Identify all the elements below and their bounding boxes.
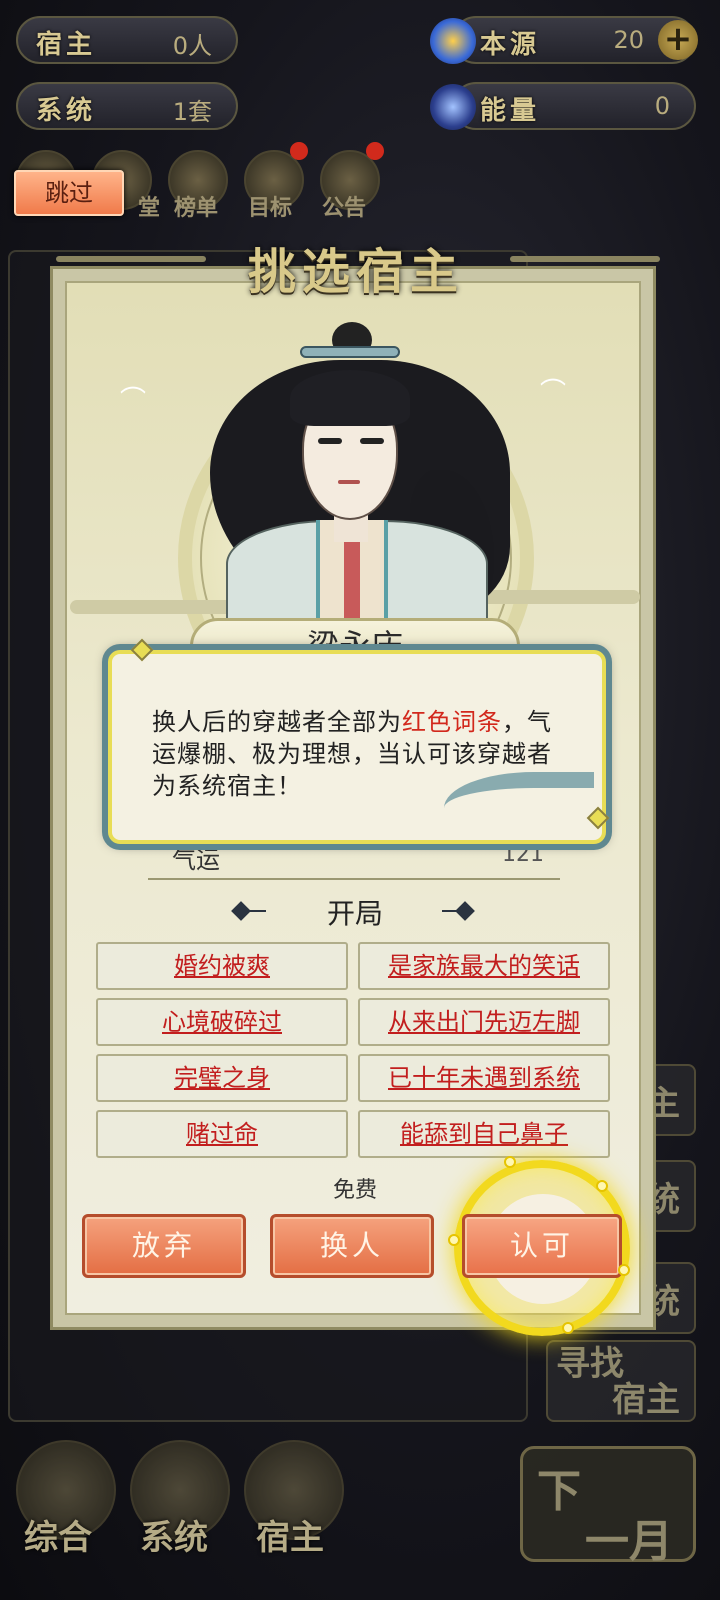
tutorial-tooltip: 换人后的穿越者全部为红色词条，气运爆棚、极为理想，当认可该穿越者为系统宿主！ [108, 650, 606, 844]
glow-sparkle [562, 1322, 574, 1334]
luck-value: 121 [502, 842, 544, 867]
bird-decoration: ⌒ [540, 378, 567, 408]
origin-value: 20 [613, 26, 644, 54]
system-count-value: 1套 [172, 98, 212, 126]
stat-divider [148, 878, 560, 880]
tooltip-text-highlight: 红色词条 [402, 708, 502, 736]
trait-tag[interactable]: 完璧之身 [96, 1054, 348, 1102]
energy-orb-icon [430, 84, 476, 130]
menu-label-hall: 堂 [138, 196, 161, 221]
trait-tag[interactable]: 能舔到自己鼻子 [358, 1110, 610, 1158]
nav-label-general[interactable]: 综合 [24, 1510, 92, 1559]
menu-label-notice: 公告 [322, 196, 367, 221]
origin-bar: 本源 20 + [430, 16, 698, 64]
find-host-line1: 寻找 [556, 1344, 624, 1384]
character-hairpin [300, 346, 400, 358]
nav-label-system[interactable]: 系统 [140, 1510, 208, 1559]
abandon-button[interactable]: 放弃 [82, 1214, 246, 1278]
trait-tag[interactable]: 已十年未遇到系统 [358, 1054, 610, 1102]
target-notification-dot [290, 142, 308, 160]
find-host-line2: 宿主 [612, 1380, 680, 1420]
menu-label-target: 目标 [248, 196, 293, 221]
next-month-line2: 一月 [585, 1516, 673, 1567]
skip-button[interactable]: 跳过 [14, 170, 124, 216]
add-origin-button[interactable]: + [658, 20, 698, 60]
glow-sparkle [448, 1234, 460, 1246]
title-wing-right [510, 256, 660, 262]
flame-orb-icon [430, 18, 476, 64]
glow-sparkle [596, 1180, 608, 1192]
system-count-label: 系统 [36, 96, 97, 126]
swap-host-button[interactable]: 换人 [270, 1214, 434, 1278]
character-eye-left [318, 438, 342, 444]
next-month-button[interactable]: 下 一月 [520, 1446, 696, 1567]
glow-sparkle [618, 1264, 630, 1276]
energy-label: 能量 [480, 96, 541, 126]
tooltip-text: 换人后的穿越者全部为红色词条，气运爆棚、极为理想，当认可该穿越者为系统宿主！ [152, 706, 572, 802]
cloud-decoration [470, 590, 640, 604]
approve-button[interactable]: 认可 [462, 1214, 622, 1278]
notice-notification-dot [366, 142, 384, 160]
host-count-label: 宿主 [36, 30, 97, 60]
next-month-line1: 下 [537, 1466, 581, 1517]
host-count-bar: 宿主 0人 [16, 16, 238, 64]
trait-tag[interactable]: 婚约被爽 [96, 942, 348, 990]
energy-value: 0 [654, 92, 670, 120]
glow-sparkle [504, 1156, 516, 1168]
menu-label-ranking: 榜单 [174, 196, 219, 221]
dialog-title: 挑选宿主 [247, 244, 464, 300]
nav-label-host[interactable]: 宿主 [256, 1510, 324, 1559]
character-bangs [290, 370, 410, 426]
character-mouth [338, 480, 360, 484]
character-sash [344, 540, 360, 630]
host-count-value: 0人 [172, 32, 212, 60]
tooltip-text-before: 换人后的穿越者全部为 [152, 708, 402, 736]
title-wing-left [56, 256, 206, 262]
cloud-decoration [70, 600, 250, 614]
luck-label: 气运 [172, 846, 220, 874]
bird-decoration: ⌒ [120, 386, 147, 416]
trait-tag[interactable]: 从来出门先迈左脚 [358, 998, 610, 1046]
system-count-bar: 系统 1套 [16, 82, 238, 130]
opening-title: 开局 [326, 897, 383, 930]
energy-bar: 能量 0 [430, 82, 696, 130]
trait-tag[interactable]: 是家族最大的笑话 [358, 942, 610, 990]
trait-tag[interactable]: 赌过命 [96, 1110, 348, 1158]
free-label: 免费 [332, 1178, 377, 1203]
trait-tag[interactable]: 心境破碎过 [96, 998, 348, 1046]
find-host-button[interactable]: 寻找 宿主 [546, 1340, 696, 1422]
origin-label: 本源 [480, 30, 541, 60]
character-eye-right [360, 438, 384, 444]
